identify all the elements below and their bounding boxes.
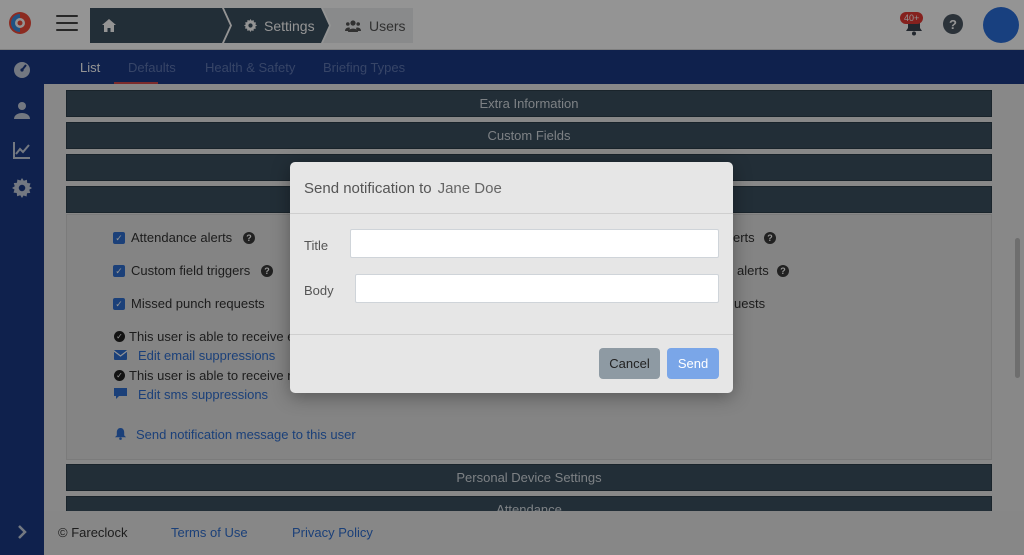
recipient-name: Jane Doe [437,180,502,197]
body-input[interactable] [355,274,719,303]
title-input[interactable] [350,229,719,258]
body-field-label: Body [304,283,334,298]
dialog-title-text: Send notification to [304,180,432,197]
send-notification-dialog: Send notification to Jane Doe Title Body … [290,162,733,393]
cancel-button[interactable]: Cancel [599,348,660,379]
title-field-label: Title [304,238,329,253]
dialog-header: Send notification to Jane Doe [290,162,733,214]
dialog-title: Send notification to Jane Doe [304,180,502,197]
dialog-footer-divider [290,334,733,335]
send-button[interactable]: Send [667,348,719,379]
